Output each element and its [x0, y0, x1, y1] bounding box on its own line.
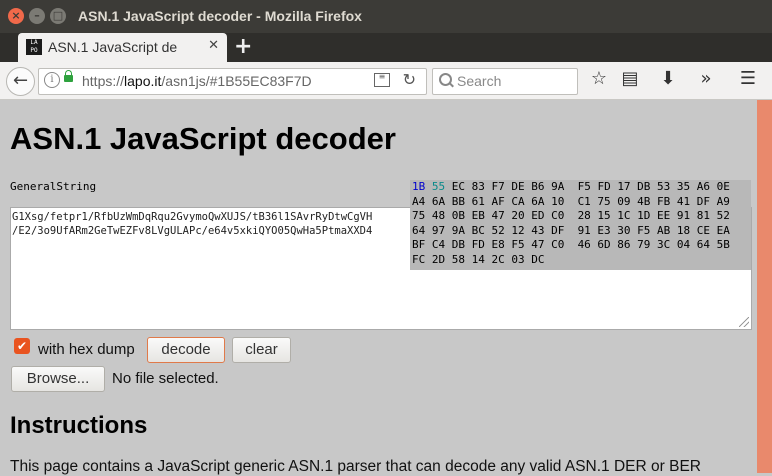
- hex-byte-tag: 1B: [412, 180, 426, 193]
- maximize-icon: □: [52, 9, 64, 22]
- search-placeholder: Search: [457, 73, 502, 89]
- hex-row: 64 97 9A BC 52 12 43 DF 91 E3 30 F5 AB 1…: [412, 223, 730, 237]
- window-titlebar: × – □ ASN.1 JavaScript decoder - Mozilla…: [0, 0, 772, 33]
- textarea-line: G1Xsg/fetpr1/RfbUzWmDqRqu2GvymoQwXUJS/tB…: [12, 211, 373, 223]
- reader-view-icon[interactable]: ≡: [374, 73, 390, 87]
- page-content: ASN.1 JavaScript decoder G1Xsg/fetpr1/Rf…: [0, 100, 772, 475]
- browse-button[interactable]: Browse...: [11, 366, 105, 392]
- star-icon[interactable]: ☆: [588, 68, 610, 89]
- hex-row: BF C4 DB FD E8 F5 47 C0 46 6D 86 79 3C 0…: [412, 238, 730, 251]
- hex-byte-length: 55: [431, 180, 446, 193]
- window-minimize-button[interactable]: –: [29, 8, 45, 24]
- tab-strip: LA PO ASN.1 JavaScript de ✕ +: [0, 33, 772, 62]
- hex-row: 75 48 0B EB 47 20 ED C0 28 15 1C 1D EE 9…: [412, 209, 730, 222]
- lock-icon: [64, 70, 73, 82]
- hex-row: A4 6A BB 61 AF CA 6A 10 C1 75 09 4B FB 4…: [412, 194, 730, 208]
- info-icon[interactable]: i: [44, 72, 60, 88]
- tab-title: ASN.1 JavaScript de: [48, 39, 178, 55]
- window-maximize-button[interactable]: □: [50, 8, 66, 24]
- instructions-paragraph: This page contains a JavaScript generic …: [10, 458, 701, 475]
- library-icon[interactable]: ▤: [619, 68, 641, 89]
- close-icon: ×: [11, 9, 21, 22]
- tab-close-icon[interactable]: ✕: [208, 38, 219, 53]
- page-title: ASN.1 JavaScript decoder: [10, 121, 396, 156]
- hex-row: FC 2D 58 14 2C 03 DC: [412, 252, 545, 266]
- arrow-left-icon: ←: [12, 70, 29, 91]
- instructions-heading: Instructions: [10, 412, 148, 439]
- download-icon[interactable]: ⬇: [657, 68, 679, 89]
- url-text[interactable]: https://lapo.it/asn1js/#1B55EC83F7D: [82, 73, 312, 89]
- hex-dump-checkbox[interactable]: ✔: [14, 338, 30, 354]
- window-title: ASN.1 JavaScript decoder - Mozilla Firef…: [78, 8, 362, 24]
- hex-bytes: EC 83 F7 DE B6 9A F5 FD 17 DB 53 35 A6 0…: [451, 180, 730, 193]
- reload-icon[interactable]: ↻: [403, 70, 416, 89]
- search-input[interactable]: Search: [432, 68, 578, 95]
- decode-button[interactable]: decode: [147, 337, 225, 363]
- new-tab-button[interactable]: +: [234, 34, 252, 59]
- minimize-icon: –: [34, 9, 40, 22]
- page-side-stripe: [757, 100, 772, 473]
- url-prefix: https://: [82, 73, 125, 89]
- overflow-menu-icon[interactable]: »: [695, 68, 717, 89]
- lapo-favicon-icon: LA PO: [26, 39, 42, 55]
- tree-node-label[interactable]: GeneralString: [10, 180, 96, 193]
- checkmark-icon: ✔: [16, 339, 28, 353]
- navigation-toolbar: ← i https://lapo.it/asn1js/#1B55EC83F7D …: [0, 62, 772, 100]
- back-button[interactable]: ←: [6, 67, 35, 96]
- resize-handle-icon[interactable]: [739, 317, 749, 327]
- hex-row: 1B 55 EC 83 F7 DE B6 9A F5 FD 17 DB 53 3…: [410, 180, 751, 195]
- file-status: No file selected.: [112, 370, 219, 387]
- clear-button[interactable]: clear: [232, 337, 291, 363]
- url-host: lapo.it: [124, 73, 162, 89]
- textarea-line: /E2/3o9UfARm2GeTwEZFv8LVgULAPc/e64v5xkiQ…: [12, 225, 373, 237]
- hex-dump: 1B 55 EC 83 F7 DE B6 9A F5 FD 17 DB 53 3…: [410, 180, 751, 270]
- hex-dump-label[interactable]: with hex dump: [38, 341, 135, 358]
- hamburger-menu-icon[interactable]: ☰: [737, 68, 759, 89]
- url-path: /asn1js/#1B55EC83F7D: [161, 73, 312, 89]
- url-bar[interactable]: i https://lapo.it/asn1js/#1B55EC83F7D ≡ …: [38, 68, 427, 95]
- tab-asn1-decoder[interactable]: LA PO ASN.1 JavaScript de ✕: [18, 33, 227, 62]
- search-icon: [439, 73, 452, 86]
- window-close-button[interactable]: ×: [8, 8, 24, 24]
